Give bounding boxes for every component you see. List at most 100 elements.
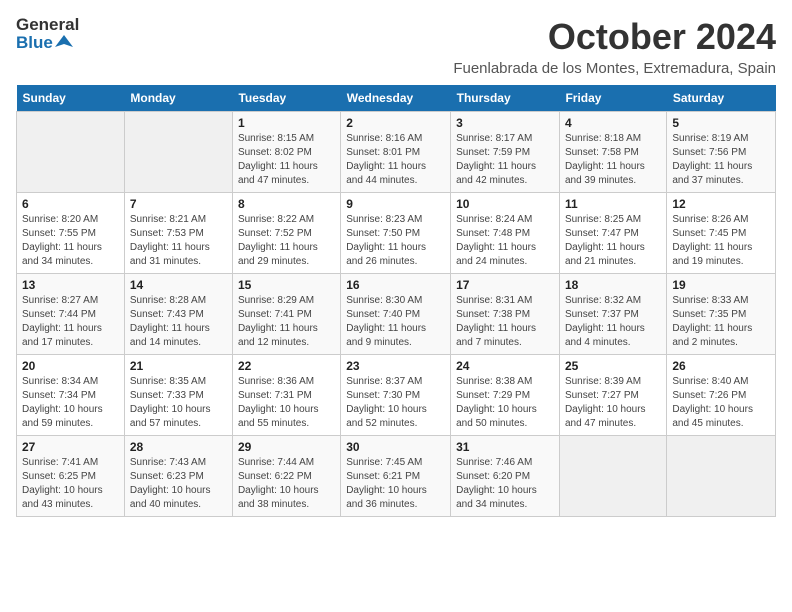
calendar-cell: 10 Sunrise: 8:24 AMSunset: 7:48 PMDayligh… bbox=[451, 193, 560, 274]
day-number: 19 bbox=[672, 278, 770, 292]
day-number: 21 bbox=[130, 359, 227, 373]
calendar-cell: 1 Sunrise: 8:15 AMSunset: 8:02 PMDaylight… bbox=[232, 112, 340, 193]
day-detail: Sunrise: 8:21 AMSunset: 7:53 PMDaylight:… bbox=[130, 213, 227, 269]
calendar-cell: 15 Sunrise: 8:29 AMSunset: 7:41 PMDayligh… bbox=[232, 274, 340, 355]
day-number: 13 bbox=[22, 278, 119, 292]
day-detail: Sunrise: 8:37 AMSunset: 7:30 PMDaylight:… bbox=[346, 375, 445, 431]
day-number: 18 bbox=[565, 278, 661, 292]
day-number: 24 bbox=[456, 359, 554, 373]
day-number: 7 bbox=[130, 197, 227, 211]
calendar-cell: 4 Sunrise: 8:18 AMSunset: 7:58 PMDaylight… bbox=[559, 112, 666, 193]
day-detail: Sunrise: 7:45 AMSunset: 6:21 PMDaylight:… bbox=[346, 456, 445, 512]
location-subtitle: Fuenlabrada de los Montes, Extremadura, … bbox=[453, 60, 776, 77]
day-detail: Sunrise: 8:27 AMSunset: 7:44 PMDaylight:… bbox=[22, 294, 119, 350]
day-detail: Sunrise: 8:17 AMSunset: 7:59 PMDaylight:… bbox=[456, 132, 554, 188]
calendar-cell: 7 Sunrise: 8:21 AMSunset: 7:53 PMDaylight… bbox=[124, 193, 232, 274]
calendar-cell: 24 Sunrise: 8:38 AMSunset: 7:29 PMDayligh… bbox=[451, 355, 560, 436]
calendar-cell: 22 Sunrise: 8:36 AMSunset: 7:31 PMDayligh… bbox=[232, 355, 340, 436]
weekday-header-tuesday: Tuesday bbox=[232, 85, 340, 112]
logo: General Blue bbox=[16, 16, 79, 51]
day-number: 30 bbox=[346, 440, 445, 454]
calendar-cell: 9 Sunrise: 8:23 AMSunset: 7:50 PMDaylight… bbox=[341, 193, 451, 274]
day-detail: Sunrise: 8:39 AMSunset: 7:27 PMDaylight:… bbox=[565, 375, 661, 431]
day-detail: Sunrise: 8:32 AMSunset: 7:37 PMDaylight:… bbox=[565, 294, 661, 350]
day-detail: Sunrise: 8:33 AMSunset: 7:35 PMDaylight:… bbox=[672, 294, 770, 350]
day-number: 14 bbox=[130, 278, 227, 292]
day-detail: Sunrise: 8:24 AMSunset: 7:48 PMDaylight:… bbox=[456, 213, 554, 269]
day-number: 25 bbox=[565, 359, 661, 373]
day-detail: Sunrise: 8:16 AMSunset: 8:01 PMDaylight:… bbox=[346, 132, 445, 188]
weekday-header-wednesday: Wednesday bbox=[341, 85, 451, 112]
calendar-cell: 16 Sunrise: 8:30 AMSunset: 7:40 PMDayligh… bbox=[341, 274, 451, 355]
day-number: 1 bbox=[238, 116, 335, 130]
calendar-cell: 23Sunrise: 8:37 AMSunset: 7:30 PMDayligh… bbox=[341, 355, 451, 436]
calendar-cell: 2 Sunrise: 8:16 AMSunset: 8:01 PMDaylight… bbox=[341, 112, 451, 193]
day-detail: Sunrise: 8:28 AMSunset: 7:43 PMDaylight:… bbox=[130, 294, 227, 350]
day-detail: Sunrise: 8:29 AMSunset: 7:41 PMDaylight:… bbox=[238, 294, 335, 350]
day-detail: Sunrise: 8:34 AMSunset: 7:34 PMDaylight:… bbox=[22, 375, 119, 431]
calendar-cell: 20Sunrise: 8:34 AMSunset: 7:34 PMDayligh… bbox=[17, 355, 125, 436]
day-detail: Sunrise: 7:41 AMSunset: 6:25 PMDaylight:… bbox=[22, 456, 119, 512]
day-detail: Sunrise: 8:31 AMSunset: 7:38 PMDaylight:… bbox=[456, 294, 554, 350]
calendar-cell: 29 Sunrise: 7:44 AMSunset: 6:22 PMDayligh… bbox=[232, 436, 340, 517]
day-number: 10 bbox=[456, 197, 554, 211]
calendar-cell: 14 Sunrise: 8:28 AMSunset: 7:43 PMDayligh… bbox=[124, 274, 232, 355]
calendar-cell: 8 Sunrise: 8:22 AMSunset: 7:52 PMDaylight… bbox=[232, 193, 340, 274]
day-number: 12 bbox=[672, 197, 770, 211]
calendar-cell: 31 Sunrise: 7:46 AMSunset: 6:20 PMDayligh… bbox=[451, 436, 560, 517]
day-detail: Sunrise: 8:38 AMSunset: 7:29 PMDaylight:… bbox=[456, 375, 554, 431]
month-title: October 2024 bbox=[453, 16, 776, 58]
day-detail: Sunrise: 8:18 AMSunset: 7:58 PMDaylight:… bbox=[565, 132, 661, 188]
calendar-cell bbox=[667, 436, 776, 517]
day-detail: Sunrise: 7:46 AMSunset: 6:20 PMDaylight:… bbox=[456, 456, 554, 512]
day-number: 9 bbox=[346, 197, 445, 211]
day-detail: Sunrise: 8:25 AMSunset: 7:47 PMDaylight:… bbox=[565, 213, 661, 269]
title-area: October 2024 Fuenlabrada de los Montes, … bbox=[453, 16, 776, 77]
calendar-cell: 11 Sunrise: 8:25 AMSunset: 7:47 PMDayligh… bbox=[559, 193, 666, 274]
day-detail: Sunrise: 8:19 AMSunset: 7:56 PMDaylight:… bbox=[672, 132, 770, 188]
day-number: 5 bbox=[672, 116, 770, 130]
day-detail: Sunrise: 7:43 AMSunset: 6:23 PMDaylight:… bbox=[130, 456, 227, 512]
calendar-cell: 27 Sunrise: 7:41 AMSunset: 6:25 PMDayligh… bbox=[17, 436, 125, 517]
day-number: 4 bbox=[565, 116, 661, 130]
calendar-cell: 13 Sunrise: 8:27 AMSunset: 7:44 PMDayligh… bbox=[17, 274, 125, 355]
day-number: 3 bbox=[456, 116, 554, 130]
day-number: 6 bbox=[22, 197, 119, 211]
weekday-header-monday: Monday bbox=[124, 85, 232, 112]
weekday-header-sunday: Sunday bbox=[17, 85, 125, 112]
calendar-cell: 28 Sunrise: 7:43 AMSunset: 6:23 PMDayligh… bbox=[124, 436, 232, 517]
day-detail: Sunrise: 8:23 AMSunset: 7:50 PMDaylight:… bbox=[346, 213, 445, 269]
day-detail: Sunrise: 7:44 AMSunset: 6:22 PMDaylight:… bbox=[238, 456, 335, 512]
day-number: 8 bbox=[238, 197, 335, 211]
logo-blue: Blue bbox=[16, 33, 73, 51]
day-detail: Sunrise: 8:30 AMSunset: 7:40 PMDaylight:… bbox=[346, 294, 445, 350]
day-number: 15 bbox=[238, 278, 335, 292]
day-number: 16 bbox=[346, 278, 445, 292]
weekday-header-friday: Friday bbox=[559, 85, 666, 112]
day-number: 17 bbox=[456, 278, 554, 292]
calendar-cell bbox=[17, 112, 125, 193]
day-number: 22 bbox=[238, 359, 335, 373]
calendar-cell bbox=[124, 112, 232, 193]
calendar-cell: 19 Sunrise: 8:33 AMSunset: 7:35 PMDayligh… bbox=[667, 274, 776, 355]
day-number: 11 bbox=[565, 197, 661, 211]
calendar-cell: 5 Sunrise: 8:19 AMSunset: 7:56 PMDaylight… bbox=[667, 112, 776, 193]
logo-general: General bbox=[16, 16, 79, 33]
day-detail: Sunrise: 8:35 AMSunset: 7:33 PMDaylight:… bbox=[130, 375, 227, 431]
day-number: 28 bbox=[130, 440, 227, 454]
calendar-cell: 30 Sunrise: 7:45 AMSunset: 6:21 PMDayligh… bbox=[341, 436, 451, 517]
day-detail: Sunrise: 8:40 AMSunset: 7:26 PMDaylight:… bbox=[672, 375, 770, 431]
logo-bird-icon bbox=[55, 33, 73, 51]
day-number: 2 bbox=[346, 116, 445, 130]
day-detail: Sunrise: 8:20 AMSunset: 7:55 PMDaylight:… bbox=[22, 213, 119, 269]
calendar-cell bbox=[559, 436, 666, 517]
day-detail: Sunrise: 8:26 AMSunset: 7:45 PMDaylight:… bbox=[672, 213, 770, 269]
day-number: 29 bbox=[238, 440, 335, 454]
calendar-cell: 21 Sunrise: 8:35 AMSunset: 7:33 PMDayligh… bbox=[124, 355, 232, 436]
day-detail: Sunrise: 8:36 AMSunset: 7:31 PMDaylight:… bbox=[238, 375, 335, 431]
day-number: 31 bbox=[456, 440, 554, 454]
day-number: 27 bbox=[22, 440, 119, 454]
day-detail: Sunrise: 8:22 AMSunset: 7:52 PMDaylight:… bbox=[238, 213, 335, 269]
day-detail: Sunrise: 8:15 AMSunset: 8:02 PMDaylight:… bbox=[238, 132, 335, 188]
calendar-cell: 17 Sunrise: 8:31 AMSunset: 7:38 PMDayligh… bbox=[451, 274, 560, 355]
